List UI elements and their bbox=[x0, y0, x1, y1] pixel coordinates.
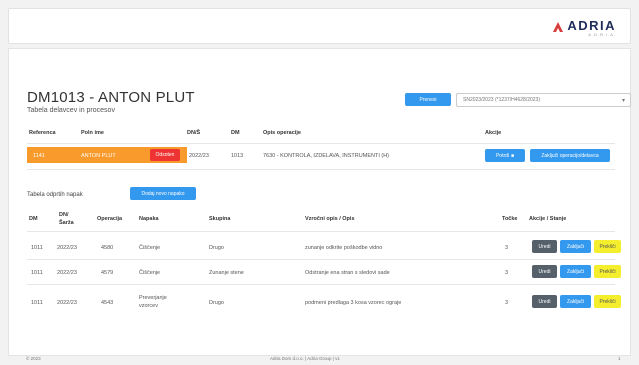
work-order-select-value: SN2023/2023 (*1237/H4628/2023) bbox=[463, 97, 541, 103]
status-badge: Odsoten bbox=[150, 149, 180, 161]
t2-cell-group: Zunanje stene bbox=[209, 270, 244, 276]
footer-copyright: © 2023 bbox=[26, 356, 41, 361]
t2-header-divider bbox=[27, 231, 615, 232]
t2-header-op: Operacija bbox=[97, 216, 123, 222]
t1-header-ref: Referenca bbox=[29, 130, 56, 136]
add-defect-button[interactable]: Dodaj novo napako bbox=[130, 187, 196, 200]
cancel-defect-button[interactable]: Prekliči bbox=[594, 265, 621, 278]
t2-cell-dm: 1011 bbox=[31, 300, 43, 306]
t1-header-name: Poln ime bbox=[81, 130, 104, 136]
t1-row-divider bbox=[27, 169, 615, 170]
work-order-select[interactable]: SN2023/2023 (*1237/H4628/2023) ▾ bbox=[456, 93, 631, 107]
t2-cell-dn: 2022/23 bbox=[57, 270, 77, 276]
t2-header-dm: DM bbox=[29, 216, 38, 222]
row-divider bbox=[27, 284, 615, 285]
t2-cell-desc: podmeni predlaga 3 kosa vzorec ograje bbox=[305, 300, 402, 306]
info-icon: ■ bbox=[511, 152, 515, 159]
t2-cell-desc: Odstranje ena stran s sledovi sade bbox=[305, 270, 390, 276]
t2-cell-dm: 1011 bbox=[31, 245, 43, 251]
cancel-defect-button[interactable]: Prekliči bbox=[594, 295, 621, 308]
close-operation-button[interactable]: Zaključi operacijo/delavca bbox=[530, 149, 610, 162]
t2-cell-dm: 1011 bbox=[31, 270, 43, 276]
t2-cell-op: 4543 bbox=[101, 300, 114, 306]
edit-button[interactable]: Uredi bbox=[532, 295, 557, 308]
t2-header-actions: Akcije / Stanje bbox=[529, 216, 567, 222]
t1-ref: 1141 bbox=[33, 153, 45, 159]
t1-header-desc: Opis operacije bbox=[263, 130, 301, 136]
edit-button[interactable]: Uredi bbox=[532, 265, 557, 278]
t2-cell-op: 4579 bbox=[101, 270, 114, 276]
page-title: DM1013 - ANTON PLUT bbox=[27, 89, 195, 106]
t2-cell-points: 3 bbox=[505, 270, 509, 276]
close-defect-button[interactable]: Zaključi bbox=[560, 265, 591, 278]
brand-tagline: A.D.R.I.A. bbox=[588, 32, 616, 37]
close-defect-button[interactable]: Zaključi bbox=[560, 295, 591, 308]
t1-dn: 2022/23 bbox=[189, 153, 209, 159]
t2-header-defect: Napaka bbox=[139, 216, 159, 222]
table2-title: Tabela odprtih napak bbox=[27, 192, 83, 198]
t1-header-divider bbox=[27, 143, 615, 144]
t2-cell-desc: zunanje odkrite poškodbe vidno bbox=[305, 245, 383, 251]
confirm-button[interactable]: Potrdi ■ bbox=[485, 149, 525, 162]
confirm-button-label: Potrdi bbox=[495, 152, 510, 159]
t2-cell-defect: Preverjanje vzorcev bbox=[139, 295, 167, 309]
t2-cell-dn: 2022/23 bbox=[57, 300, 77, 306]
t2-cell-defect: Čiščenje bbox=[139, 245, 161, 251]
page-subtitle: Tabela delavcev in procesov bbox=[27, 107, 115, 114]
main-card: DM1013 - ANTON PLUT Tabela delavcev in p… bbox=[8, 48, 631, 356]
t2-cell-group: Drugo bbox=[209, 300, 224, 306]
row-divider bbox=[27, 259, 615, 260]
footer-company: Adria Dom d.o.o. | Adria Group | v1 bbox=[270, 356, 340, 361]
t2-cell-dn: 2022/23 bbox=[57, 245, 77, 251]
cancel-defect-button[interactable]: Prekliči bbox=[594, 240, 621, 253]
t2-header-group: Skupina bbox=[209, 216, 231, 222]
top-bar: ADRIA A.D.R.I.A. bbox=[8, 8, 631, 44]
t2-cell-points: 3 bbox=[505, 300, 509, 306]
t1-name: ANTON PLUT bbox=[81, 153, 116, 159]
edit-button[interactable]: Uredi bbox=[532, 240, 557, 253]
download-button[interactable]: Prenesi bbox=[405, 93, 451, 106]
t2-header-points: Točke bbox=[502, 216, 518, 222]
logo-mark-icon bbox=[553, 22, 564, 32]
close-defect-button[interactable]: Zaključi bbox=[560, 240, 591, 253]
brand-name: ADRIA bbox=[567, 18, 616, 33]
chevron-down-icon: ▾ bbox=[621, 98, 625, 104]
t1-header-actions: Akcije bbox=[485, 130, 502, 136]
footer-page: 1 bbox=[618, 356, 621, 361]
t1-desc: 7630 - KONTROLA, IZDELAVA, INSTRUMENTI (… bbox=[263, 153, 390, 159]
t2-cell-points: 3 bbox=[505, 245, 509, 251]
t2-header-dn: DN/ Šarža bbox=[59, 212, 74, 226]
t2-cell-group: Drugo bbox=[209, 245, 224, 251]
t1-header-dm: DM bbox=[231, 130, 240, 136]
t1-dm: 1013 bbox=[231, 153, 244, 159]
t2-cell-op: 4580 bbox=[101, 245, 114, 251]
t1-header-dn: DN/Š bbox=[187, 130, 201, 136]
t2-header-desc: Vzročni opis / Opis bbox=[305, 216, 355, 222]
t2-cell-defect: Čiščenje bbox=[139, 270, 161, 276]
brand-logo: ADRIA A.D.R.I.A. bbox=[552, 19, 616, 37]
